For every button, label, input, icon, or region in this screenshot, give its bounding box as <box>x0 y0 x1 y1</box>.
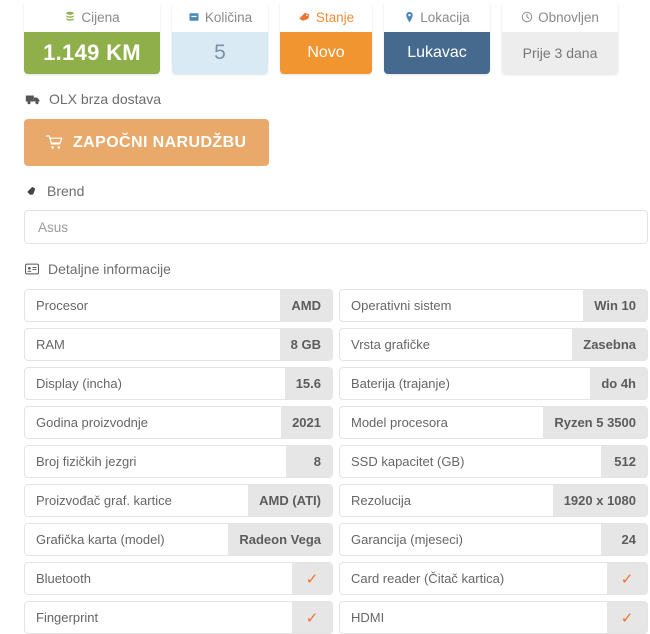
brand-heading: Brend <box>0 166 650 199</box>
detail-key: HDMI <box>340 602 607 633</box>
card-header-condition: Stanje <box>280 2 372 32</box>
detail-key: RAM <box>25 329 280 360</box>
id-card-icon <box>25 263 39 275</box>
card-label-quantity: Količina <box>205 10 252 25</box>
card-label-price: Cijena <box>81 10 119 25</box>
table-row: Godina proizvodnje 2021 <box>24 406 333 439</box>
brand-value: Asus <box>38 220 68 235</box>
detail-value-check-icon: ✓ <box>607 602 647 633</box>
detail-value: 15.6 <box>285 368 332 399</box>
table-row: Display (incha) 15.6 <box>24 367 333 400</box>
detail-value: Ryzen 5 3500 <box>543 407 647 438</box>
summary-card-refreshed: Obnovljen Prije 3 dana <box>502 2 618 74</box>
summary-card-quantity: Količina 5 <box>172 2 268 74</box>
detail-value: 8 <box>286 446 332 477</box>
delivery-info: OLX brza dostava <box>0 78 650 107</box>
card-label-location: Lokacija <box>420 10 470 25</box>
coins-icon <box>64 11 76 23</box>
summary-card-price: Cijena 1.149 KM <box>24 2 160 74</box>
detail-key: Vrsta grafičke <box>340 329 572 360</box>
table-row: HDMI ✓ <box>339 601 648 634</box>
card-value-refreshed: Prije 3 dana <box>502 32 618 74</box>
detail-value-check-icon: ✓ <box>607 563 647 594</box>
tag-outline-icon <box>25 185 38 198</box>
table-row: Operativni sistem Win 10 <box>339 289 648 322</box>
detail-key: Baterija (trajanje) <box>340 368 590 399</box>
summary-card-location: Lokacija Lukavac <box>384 2 490 74</box>
start-order-label: ZAPOČNI NARUDŽBU <box>73 134 247 152</box>
table-row: Grafička karta (model) Radeon Vega <box>24 523 333 556</box>
detail-specs-grid: Procesor AMD Operativni sistem Win 10 RA… <box>24 289 648 634</box>
table-row: Garancija (mjeseci) 24 <box>339 523 648 556</box>
table-row: Vrsta grafičke Zasebna <box>339 328 648 361</box>
detail-key: Fingerprint <box>25 602 292 633</box>
card-header-quantity: Količina <box>172 2 268 32</box>
brand-value-field[interactable]: Asus <box>24 210 648 244</box>
detail-key: Grafička karta (model) <box>25 524 228 555</box>
map-pin-icon <box>404 11 415 24</box>
detail-key: Godina proizvodnje <box>25 407 281 438</box>
detail-value-check-icon: ✓ <box>292 602 332 633</box>
table-row: Procesor AMD <box>24 289 333 322</box>
table-row: Proizvođač graf. kartice AMD (ATI) <box>24 484 333 517</box>
table-row: Rezolucija 1920 x 1080 <box>339 484 648 517</box>
detail-value-check-icon: ✓ <box>292 563 332 594</box>
table-row: Model procesora Ryzen 5 3500 <box>339 406 648 439</box>
detail-value: Radeon Vega <box>228 524 332 555</box>
card-value-location: Lukavac <box>384 32 490 74</box>
detail-value: AMD <box>280 290 332 321</box>
start-order-button[interactable]: ZAPOČNI NARUDŽBU <box>24 119 269 166</box>
detail-value: 8 GB <box>280 329 332 360</box>
detail-value: 512 <box>601 446 647 477</box>
truck-icon <box>25 93 41 106</box>
detail-key: Proizvođač graf. kartice <box>25 485 248 516</box>
detail-key: Procesor <box>25 290 280 321</box>
cart-icon <box>46 135 63 150</box>
detail-value: AMD (ATI) <box>248 485 332 516</box>
details-heading-label: Detaljne informacije <box>48 261 171 277</box>
detail-key: Rezolucija <box>340 485 553 516</box>
box-icon <box>188 11 200 23</box>
table-row: RAM 8 GB <box>24 328 333 361</box>
tag-icon <box>298 11 311 24</box>
card-label-condition: Stanje <box>316 10 354 25</box>
detail-value: 24 <box>601 524 647 555</box>
card-header-refreshed: Obnovljen <box>502 2 618 32</box>
card-value-quantity: 5 <box>172 32 268 74</box>
detail-value: 2021 <box>281 407 332 438</box>
delivery-label: OLX brza dostava <box>49 91 161 107</box>
detail-value: 1920 x 1080 <box>553 485 647 516</box>
card-header-price: Cijena <box>24 2 160 32</box>
table-row: Baterija (trajanje) do 4h <box>339 367 648 400</box>
card-value-price: 1.149 KM <box>24 32 160 74</box>
clock-icon <box>521 11 533 23</box>
detail-key: Garancija (mjeseci) <box>340 524 601 555</box>
brand-heading-label: Brend <box>47 183 84 199</box>
detail-key: SSD kapacitet (GB) <box>340 446 601 477</box>
detail-key: Bluetooth <box>25 563 292 594</box>
detail-key: Broj fizičkih jezgri <box>25 446 286 477</box>
card-header-location: Lokacija <box>384 2 490 32</box>
summary-cards: Cijena 1.149 KM Količina 5 Stanje <box>0 0 650 78</box>
table-row: Card reader (Čitač kartica) ✓ <box>339 562 648 595</box>
detail-value: Win 10 <box>583 290 647 321</box>
detail-value: do 4h <box>590 368 647 399</box>
order-button-wrap: ZAPOČNI NARUDŽBU <box>0 107 650 166</box>
table-row: Bluetooth ✓ <box>24 562 333 595</box>
card-value-condition: Novo <box>280 32 372 74</box>
details-heading: Detaljne informacije <box>0 244 650 277</box>
summary-card-condition: Stanje Novo <box>280 2 372 74</box>
detail-value: Zasebna <box>572 329 647 360</box>
detail-key: Display (incha) <box>25 368 285 399</box>
table-row: Broj fizičkih jezgri 8 <box>24 445 333 478</box>
card-label-refreshed: Obnovljen <box>538 10 599 25</box>
table-row: SSD kapacitet (GB) 512 <box>339 445 648 478</box>
detail-key: Card reader (Čitač kartica) <box>340 563 607 594</box>
detail-key: Model procesora <box>340 407 543 438</box>
detail-key: Operativni sistem <box>340 290 583 321</box>
table-row: Fingerprint ✓ <box>24 601 333 634</box>
